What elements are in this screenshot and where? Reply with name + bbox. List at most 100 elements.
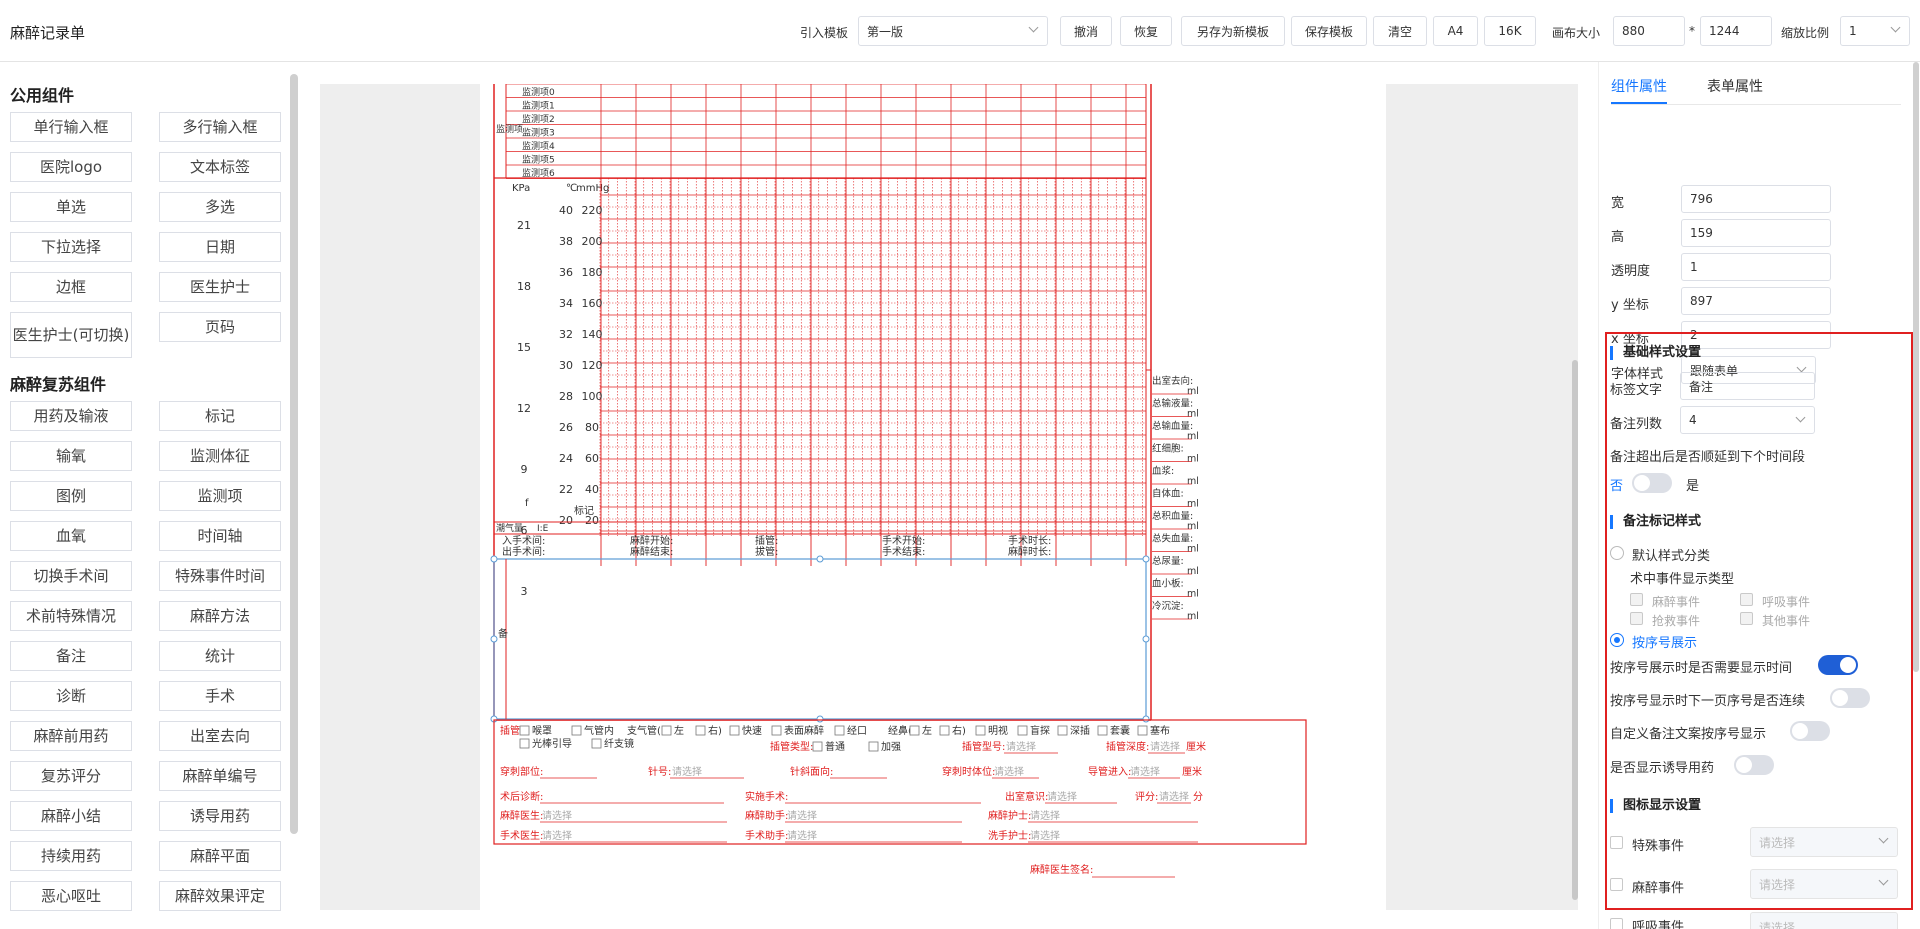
- continuous-toggle[interactable]: [1830, 688, 1870, 708]
- component-button[interactable]: 麻醉效果评定: [159, 881, 281, 911]
- component-button[interactable]: 麻醉平面: [159, 841, 281, 871]
- special-event-select[interactable]: 请选择: [1750, 827, 1898, 857]
- component-button[interactable]: 备注: [10, 641, 132, 671]
- component-button[interactable]: 文本标签: [159, 152, 281, 182]
- intubation-option-checkbox[interactable]: [975, 725, 986, 736]
- tube-reinforced-checkbox[interactable]: [868, 741, 879, 752]
- resize-handle[interactable]: [816, 715, 824, 723]
- by-number-radio[interactable]: [1610, 633, 1624, 647]
- overflow-toggle[interactable]: [1632, 473, 1672, 493]
- canvas-scrollbar[interactable]: [1572, 360, 1578, 900]
- note-cols-select[interactable]: 4: [1680, 406, 1815, 434]
- undo-button[interactable]: 撤消: [1060, 16, 1112, 46]
- intubation-option-checkbox[interactable]: [771, 725, 782, 736]
- show-time-toggle[interactable]: [1818, 655, 1858, 675]
- intubation-option-checkbox[interactable]: [909, 725, 920, 736]
- redo-button[interactable]: 恢复: [1120, 16, 1172, 46]
- other-event-checkbox[interactable]: [1740, 612, 1753, 625]
- component-button[interactable]: 持续用药: [10, 841, 132, 871]
- intubation-option-checkbox[interactable]: [695, 725, 706, 736]
- anesthesia-event-checkbox[interactable]: [1630, 593, 1643, 606]
- component-button[interactable]: 诱导用药: [159, 801, 281, 831]
- component-button[interactable]: 多选: [159, 192, 281, 222]
- a4-button[interactable]: A4: [1433, 16, 1478, 46]
- component-button[interactable]: 麻醉小结: [10, 801, 132, 831]
- component-button[interactable]: 特殊事件时间: [159, 561, 281, 591]
- component-button[interactable]: 边框: [10, 272, 132, 302]
- intubation-option-checkbox[interactable]: [1017, 725, 1028, 736]
- component-button[interactable]: 医生护士: [159, 272, 281, 302]
- rescue-event-checkbox[interactable]: [1630, 612, 1643, 625]
- intubation-option-checkbox[interactable]: [519, 725, 530, 736]
- anesthesia-icon-checkbox[interactable]: [1610, 878, 1623, 891]
- prop-input[interactable]: 159: [1681, 219, 1831, 247]
- fiberscope-checkbox[interactable]: [591, 738, 602, 749]
- component-button[interactable]: 页码: [159, 312, 281, 342]
- resize-handle[interactable]: [1142, 635, 1150, 643]
- component-button[interactable]: 血氧: [10, 521, 132, 551]
- component-button[interactable]: 诊断: [10, 681, 132, 711]
- tag-text-input[interactable]: 备注: [1680, 372, 1815, 400]
- clear-button[interactable]: 清空: [1373, 16, 1427, 46]
- panel-scrollbar[interactable]: [1913, 62, 1919, 672]
- show-induce-toggle[interactable]: [1734, 755, 1774, 775]
- intubation-option-checkbox[interactable]: [1137, 725, 1148, 736]
- component-button[interactable]: 出室去向: [159, 721, 281, 751]
- component-button[interactable]: 手术: [159, 681, 281, 711]
- save-as-new-template-button[interactable]: 另存为新模板: [1181, 16, 1285, 46]
- component-button[interactable]: 恶心呕吐: [10, 881, 132, 911]
- default-style-radio[interactable]: [1610, 546, 1624, 560]
- prop-input[interactable]: 796: [1681, 185, 1831, 213]
- canvas-width-input[interactable]: 880: [1613, 16, 1685, 46]
- canvas-height-input[interactable]: 1244: [1700, 16, 1772, 46]
- component-button[interactable]: 复苏评分: [10, 761, 132, 791]
- 16k-button[interactable]: 16K: [1484, 16, 1536, 46]
- respiratory-icon-checkbox[interactable]: [1610, 918, 1623, 929]
- component-button[interactable]: 单行输入框: [10, 112, 132, 142]
- component-button[interactable]: 日期: [159, 232, 281, 262]
- save-template-button[interactable]: 保存模板: [1291, 16, 1367, 46]
- prop-input[interactable]: 1: [1681, 253, 1831, 281]
- custom-toggle[interactable]: [1790, 721, 1830, 741]
- respiratory-icon-select[interactable]: 请选择: [1750, 912, 1898, 929]
- intubation-option-checkbox[interactable]: [939, 725, 950, 736]
- component-button[interactable]: 麻醉单编号: [159, 761, 281, 791]
- resize-handle[interactable]: [816, 555, 824, 563]
- component-button[interactable]: 医院logo: [10, 152, 132, 182]
- component-button[interactable]: 下拉选择: [10, 232, 132, 262]
- component-button[interactable]: 监测项: [159, 481, 281, 511]
- component-button[interactable]: 单选: [10, 192, 132, 222]
- resize-handle[interactable]: [490, 635, 498, 643]
- tab-component-props[interactable]: 组件属性: [1611, 76, 1667, 96]
- component-button[interactable]: 统计: [159, 641, 281, 671]
- component-button[interactable]: 图例: [10, 481, 132, 511]
- component-button[interactable]: 医生护士(可切换): [10, 312, 132, 358]
- component-button[interactable]: 麻醉前用药: [10, 721, 132, 751]
- tab-form-props[interactable]: 表单属性: [1707, 76, 1763, 96]
- resize-handle[interactable]: [490, 555, 498, 563]
- component-button[interactable]: 时间轴: [159, 521, 281, 551]
- lightwand-checkbox[interactable]: [519, 738, 530, 749]
- component-button[interactable]: 标记: [159, 401, 281, 431]
- anesthesia-icon-select[interactable]: 请选择: [1750, 869, 1898, 899]
- component-button[interactable]: 切换手术间: [10, 561, 132, 591]
- zoom-select[interactable]: 1: [1840, 16, 1910, 46]
- sidebar-scrollbar[interactable]: [290, 74, 298, 834]
- template-select[interactable]: 第一版: [858, 16, 1048, 46]
- intubation-option-checkbox[interactable]: [1057, 725, 1068, 736]
- component-button[interactable]: 输氧: [10, 441, 132, 471]
- intubation-option-checkbox[interactable]: [729, 725, 740, 736]
- component-button[interactable]: 多行输入框: [159, 112, 281, 142]
- component-button[interactable]: 用药及输液: [10, 401, 132, 431]
- prop-input[interactable]: 897: [1681, 287, 1831, 315]
- special-event-checkbox[interactable]: [1610, 836, 1623, 849]
- resize-handle[interactable]: [1142, 715, 1150, 723]
- intubation-option-checkbox[interactable]: [571, 725, 582, 736]
- resize-handle[interactable]: [1142, 555, 1150, 563]
- intubation-option-checkbox[interactable]: [1097, 725, 1108, 736]
- component-button[interactable]: 麻醉方法: [159, 601, 281, 631]
- anesthesia-record-form[interactable]: 监测项监测项0监测项1监测项2监测项3监测项4监测项5监测项6KPa ℃mmHg4…: [480, 84, 1386, 910]
- intubation-option-checkbox[interactable]: [661, 725, 672, 736]
- respiratory-event-checkbox[interactable]: [1740, 593, 1753, 606]
- intubation-option-checkbox[interactable]: [834, 725, 845, 736]
